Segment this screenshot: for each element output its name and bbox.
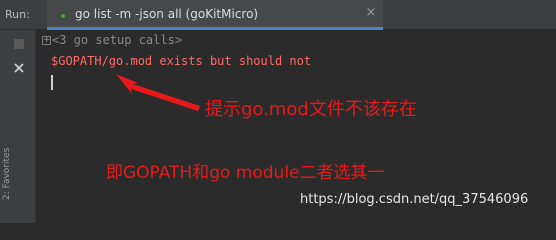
annotation-note-2: 即GOPATH和go module二者选其一 (106, 163, 385, 183)
watermark: https://blog.csdn.net/qq_37546096 (300, 192, 529, 207)
annotation-note-1: 提示go.mod文件不该存在 (205, 99, 417, 120)
